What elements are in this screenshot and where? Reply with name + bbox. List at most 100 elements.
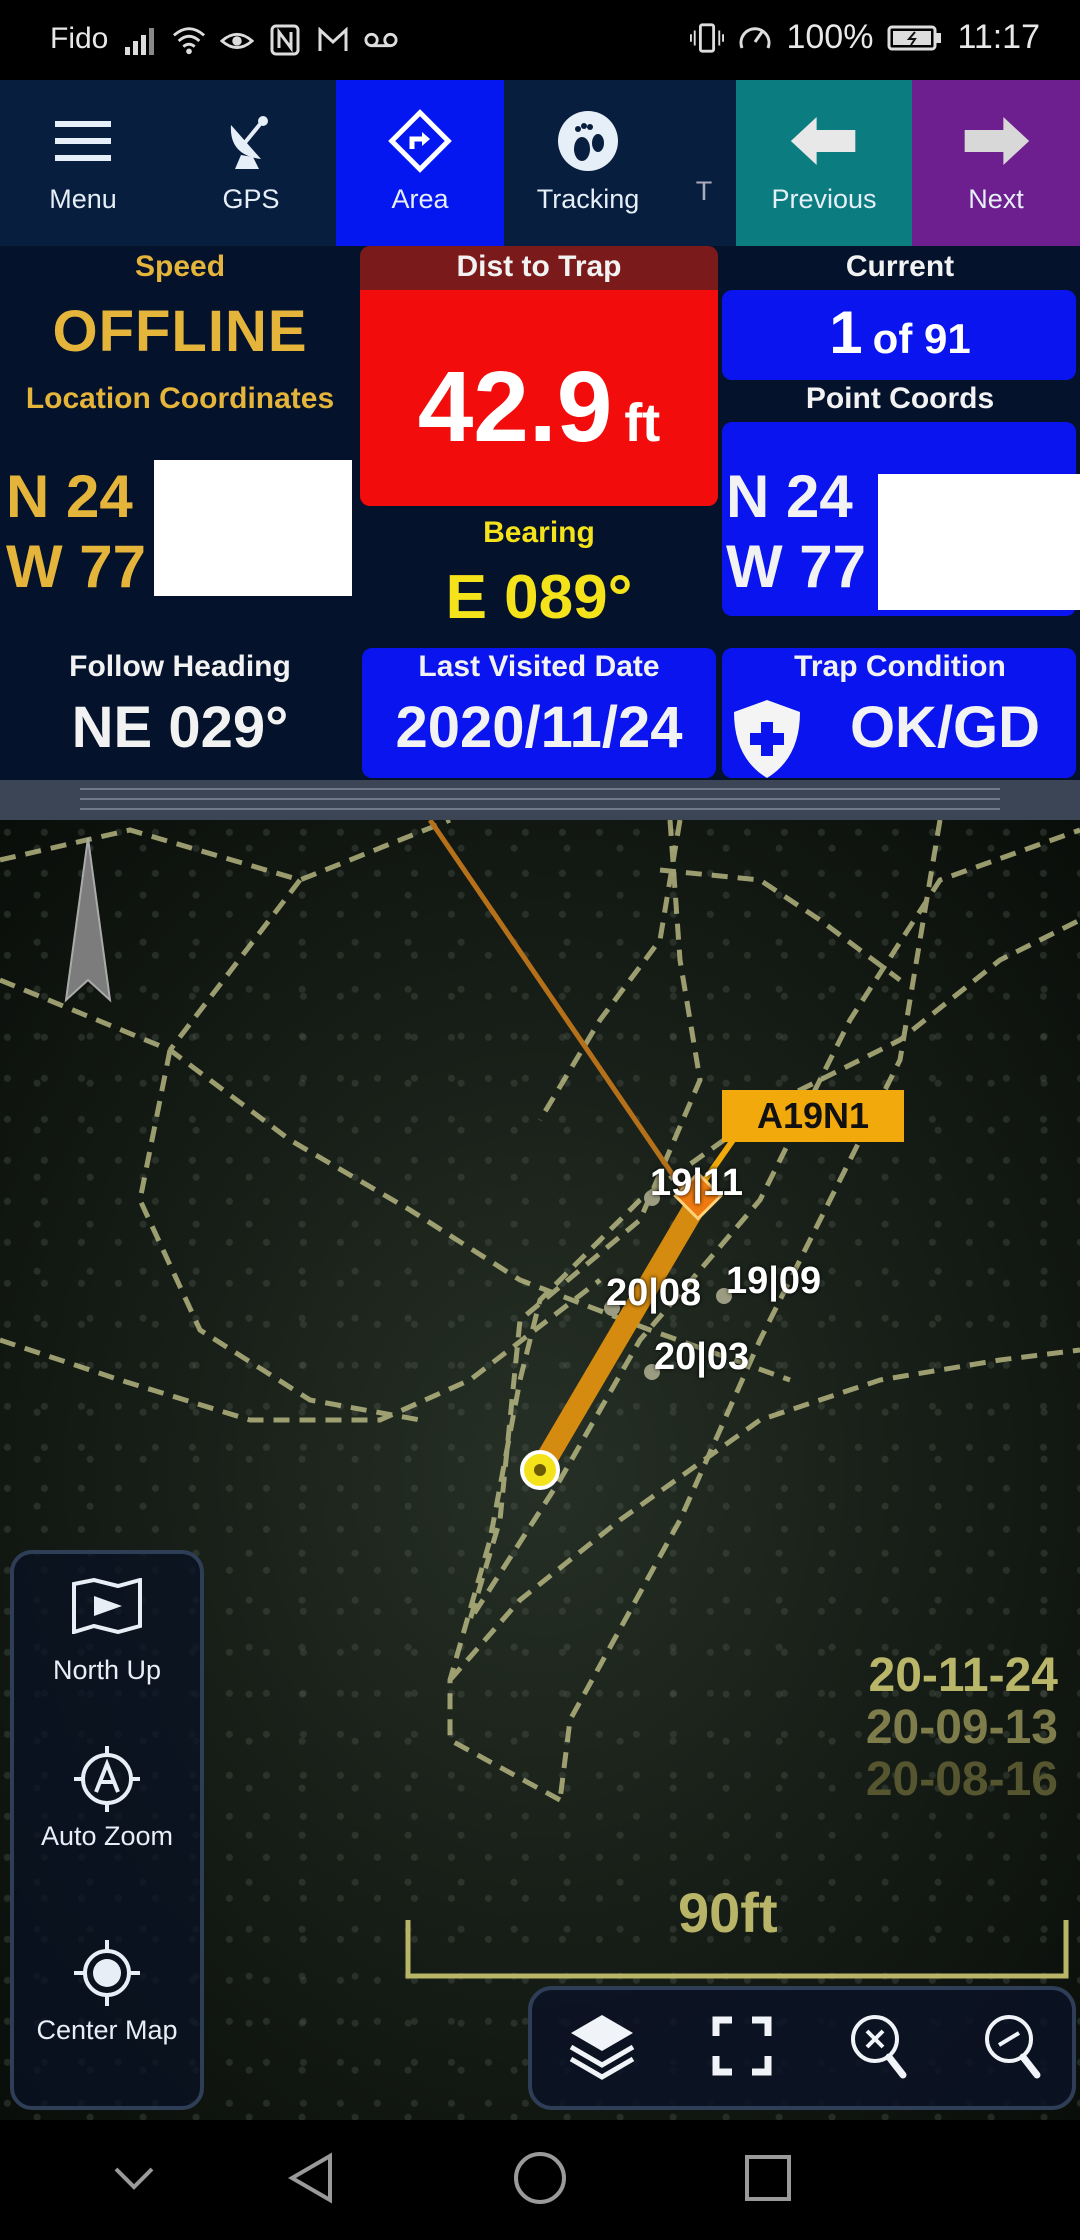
mail-icon	[316, 23, 350, 57]
boundary-line	[659, 867, 902, 982]
visit-date-3: 20-08-16	[865, 1753, 1058, 1806]
boundary-line	[168, 878, 302, 1052]
voicemail-icon	[364, 23, 398, 57]
hamburger-icon	[48, 106, 118, 176]
direction-diamond-icon	[385, 106, 455, 176]
previous-label: Previous	[771, 184, 877, 214]
trap-condition-value: OK/GD	[849, 695, 1041, 760]
north-up-label: North Up	[52, 1655, 162, 1685]
data-panel: Speed OFFLINE Location Coordinates N 24 …	[0, 246, 1080, 780]
panel-resize-handle[interactable]	[0, 780, 1080, 820]
dist-number: 42.9	[417, 351, 613, 463]
bearing-label: Bearing	[483, 516, 595, 549]
previous-button[interactable]: Previous	[736, 80, 912, 246]
north-arrow-icon	[64, 837, 112, 1003]
area-button[interactable]: Area	[336, 80, 504, 246]
current-location-center	[534, 1464, 546, 1476]
north-up-button[interactable]: North Up	[14, 1577, 200, 1687]
battery-percent: 100%	[786, 18, 874, 56]
history-label-2008: 20|08	[606, 1272, 702, 1314]
collapse-button[interactable]	[104, 2150, 164, 2210]
satellite-dish-icon	[216, 106, 286, 176]
vibrate-icon	[690, 21, 725, 55]
center-map-button[interactable]: Center Map	[14, 1938, 200, 2047]
target-icon	[72, 1938, 142, 2008]
speed-label: Speed	[134, 250, 226, 283]
location-longitude: W 77	[6, 533, 147, 600]
back-button[interactable]	[280, 2150, 340, 2210]
auto-zoom-label: Auto Zoom	[40, 1821, 174, 1851]
point-coords-label: Point Coords	[805, 382, 995, 415]
zoom-in-icon	[845, 2011, 911, 2086]
map-side-controls: North Up Auto Zoom Center Map	[10, 1550, 204, 2110]
compass-a-icon	[72, 1744, 142, 1814]
map-flag-icon	[72, 1577, 142, 1648]
boundary-line	[537, 820, 683, 1122]
history-label-1911: 19|11	[650, 1162, 744, 1204]
signal-icon	[124, 23, 158, 57]
follow-heading-label: Follow Heading	[69, 650, 291, 683]
history-label-2003: 20|03	[654, 1336, 750, 1378]
chevron-down-icon	[112, 2165, 156, 2196]
status-left-icons	[124, 20, 398, 60]
follow-heading-value: NE 029°	[71, 695, 289, 760]
layers-icon	[567, 2011, 637, 2086]
track-to-trap	[529, 1187, 711, 1481]
current-total: of 91	[872, 315, 971, 362]
speed-value: OFFLINE	[52, 299, 308, 364]
zoom-in-button[interactable]	[838, 2008, 918, 2088]
next-button[interactable]: Next	[912, 80, 1080, 246]
dist-to-trap-label: Dist to Trap	[456, 250, 622, 283]
tracking-label: Tracking	[536, 184, 640, 214]
zoom-out-icon	[979, 2011, 1045, 2086]
gps-button[interactable]: GPS	[166, 80, 336, 246]
footprint-icon	[553, 106, 623, 176]
zoom-out-button[interactable]	[972, 2008, 1052, 2088]
clock: 11:17	[957, 18, 1040, 56]
recents-button[interactable]	[738, 2150, 798, 2210]
shield-plus-icon	[730, 698, 804, 785]
status-bar: Fido 100% 11:17	[0, 0, 1080, 80]
point-latitude: N 24	[726, 463, 853, 530]
point-coords-redaction	[878, 474, 1080, 610]
dist-to-trap-value: 42.9 ft	[360, 350, 718, 465]
visit-date-2: 20-09-13	[865, 1701, 1058, 1754]
battery-icon	[887, 21, 943, 55]
fullscreen-button[interactable]	[702, 2008, 782, 2088]
current-index: 1	[829, 299, 863, 366]
gps-label: GPS	[222, 184, 280, 214]
visit-dates-list: 20-11-24 20-09-13 20-08-16	[866, 1650, 1058, 1806]
point-coords-value: N 24 W 77	[726, 462, 866, 602]
wifi-icon	[172, 23, 206, 57]
handle-line	[80, 798, 1000, 800]
tracking-button[interactable]: Tracking	[504, 80, 672, 246]
dist-unit: ft	[624, 393, 661, 453]
handle-line	[80, 788, 1000, 790]
area-label: Area	[391, 184, 449, 214]
location-coords-label: Location Coordinates	[25, 382, 335, 415]
map-bottom-tools	[528, 1986, 1076, 2110]
boundary-line	[137, 1049, 421, 1423]
point-longitude: W 77	[726, 533, 867, 600]
dist-to-trap-panel: 42.9 ft	[360, 290, 718, 506]
recents-square-icon	[743, 2153, 793, 2208]
menu-button[interactable]: Menu	[0, 80, 166, 246]
speed-gauge-icon	[738, 21, 772, 55]
location-coords-value: N 24 W 77	[6, 462, 146, 602]
home-button[interactable]	[510, 2150, 570, 2210]
handle-line	[80, 808, 1000, 810]
status-right-icons: 100% 11:17	[690, 18, 1040, 57]
last-visited-value: 2020/11/24	[395, 695, 683, 760]
visit-date-1: 20-11-24	[868, 1649, 1059, 1702]
trap-callout-label: A19N1	[722, 1090, 904, 1142]
back-triangle-icon	[286, 2152, 334, 2209]
arrow-left-icon	[789, 106, 859, 176]
hidden-toolbar-button[interactable]: T	[672, 80, 736, 246]
layers-button[interactable]	[562, 2008, 642, 2088]
eye-comfort-icon	[220, 23, 254, 57]
system-navigation-bar	[0, 2120, 1080, 2240]
menu-label: Menu	[49, 184, 117, 214]
last-visited-label: Last Visited Date	[418, 650, 660, 683]
auto-zoom-button[interactable]: Auto Zoom	[14, 1744, 200, 1853]
current-value: 1 of 91	[720, 298, 1080, 367]
